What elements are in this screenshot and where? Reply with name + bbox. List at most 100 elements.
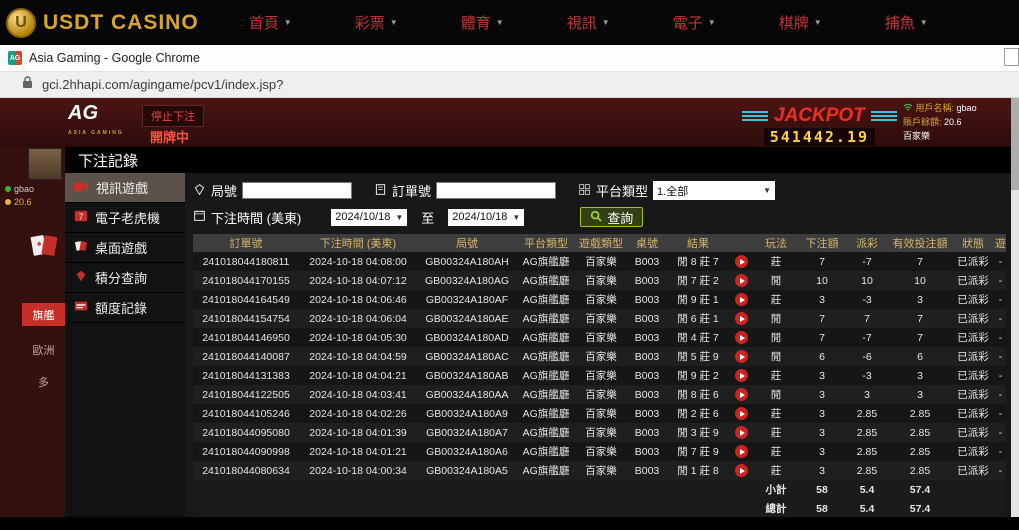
replay-play-button[interactable] bbox=[735, 293, 748, 306]
table-row[interactable]: 2410180441547542024-10-18 04:06:04GB0032… bbox=[193, 309, 1006, 328]
cell-status: 已派彩 bbox=[951, 347, 995, 366]
nav-item-2[interactable]: 彩票▼ bbox=[355, 12, 402, 33]
replay-play-button[interactable] bbox=[735, 426, 748, 439]
nav-item-3[interactable]: 體育▼ bbox=[461, 12, 508, 33]
cell-time: 2024-10-18 04:05:30 bbox=[299, 328, 417, 347]
chevron-down-icon: ▼ bbox=[395, 213, 403, 222]
nav-item-7[interactable]: 捕魚▼ bbox=[885, 12, 932, 33]
cell-result: 閒 3 莊 9 bbox=[667, 423, 729, 442]
cell-payout: 2.85 bbox=[845, 442, 889, 461]
cell-status: 已派彩 bbox=[951, 366, 995, 385]
table-row[interactable]: 2410180441469502024-10-18 04:05:30GB0032… bbox=[193, 328, 1006, 347]
cell-play-type: 閒 bbox=[753, 385, 799, 404]
menu-item-4[interactable]: 積分查詢 bbox=[65, 263, 185, 293]
table-row[interactable]: 2410180440950802024-10-18 04:01:39GB0032… bbox=[193, 423, 1006, 442]
cell-game-type: 百家樂 bbox=[575, 461, 627, 480]
nav-item-4[interactable]: 視訊▼ bbox=[567, 12, 614, 33]
cell-result: 閒 1 莊 8 bbox=[667, 461, 729, 480]
url-text[interactable]: gci.2hhapi.com/agingame/pcv1/index.jsp? bbox=[42, 77, 283, 92]
nav-item-1[interactable]: 首頁▼ bbox=[249, 12, 296, 33]
replay-play-button[interactable] bbox=[735, 407, 748, 420]
cell-table-no: B003 bbox=[627, 252, 667, 271]
menu-item-3[interactable]: 桌面遊戲 bbox=[65, 233, 185, 263]
cell-bet-amount: 3 bbox=[799, 290, 845, 309]
cell-time: 2024-10-18 04:07:12 bbox=[299, 271, 417, 290]
table-row[interactable]: 2410180441808112024-10-18 04:08:00GB0032… bbox=[193, 252, 1006, 271]
table-header-row: 訂單號下注時間 (美東)局號平台類型遊戲類型桌號結果玩法下注額派彩有效投注額狀態… bbox=[193, 234, 1006, 252]
total-bet: 58 bbox=[799, 499, 845, 517]
avatar[interactable] bbox=[28, 148, 62, 180]
lobby-tab-3[interactable]: 多 bbox=[22, 370, 65, 393]
cell-order: 241018044154754 bbox=[193, 309, 299, 328]
cell-extra: - bbox=[995, 366, 1006, 385]
chevron-down-icon: ▼ bbox=[814, 18, 822, 27]
cell-valid-bet: 3 bbox=[889, 385, 951, 404]
cell-table-no: B003 bbox=[627, 366, 667, 385]
replay-play-button[interactable] bbox=[735, 274, 748, 287]
cell-bet-amount: 3 bbox=[799, 461, 845, 480]
cell-bet-amount: 10 bbox=[799, 271, 845, 290]
search-button[interactable]: 查詢 bbox=[580, 207, 643, 227]
replay-play-button[interactable] bbox=[735, 255, 748, 268]
cell-valid-bet: 2.85 bbox=[889, 404, 951, 423]
browser-scrollbar[interactable] bbox=[1011, 98, 1019, 517]
table-row[interactable]: 2410180441645492024-10-18 04:06:46GB0032… bbox=[193, 290, 1006, 309]
username-label: 用戶名稱: bbox=[916, 103, 955, 113]
col-header-bet-amount: 下注額 bbox=[799, 234, 845, 252]
modal-menu: 視訊遊戲7電子老虎機桌面遊戲積分查詢額度記錄 bbox=[65, 173, 185, 517]
cell-valid-bet: 2.85 bbox=[889, 442, 951, 461]
table-row[interactable]: 2410180441313832024-10-18 04:04:21GB0032… bbox=[193, 366, 1006, 385]
site-topbar: U USDT CASINO 首頁▼ 彩票▼ 體育▼ 視訊▼ 電子▼ 棋牌▼ 捕魚▼ bbox=[0, 0, 1019, 45]
lobby-tab-2[interactable]: 歐洲 bbox=[22, 338, 65, 361]
table-row[interactable]: 2410180440909982024-10-18 04:01:21GB0032… bbox=[193, 442, 1006, 461]
cell-replay bbox=[729, 461, 753, 480]
replay-play-button[interactable] bbox=[735, 369, 748, 382]
round-input[interactable] bbox=[242, 182, 352, 199]
menu-item-1[interactable]: 視訊遊戲 bbox=[65, 173, 185, 203]
replay-play-button[interactable] bbox=[735, 312, 748, 325]
cell-result: 閒 4 莊 7 bbox=[667, 328, 729, 347]
nav-item-6[interactable]: 棋牌▼ bbox=[779, 12, 826, 33]
replay-play-button[interactable] bbox=[735, 331, 748, 344]
replay-play-button[interactable] bbox=[735, 388, 748, 401]
lobby-tab-1[interactable]: 旗艦 bbox=[22, 303, 65, 326]
cell-round: GB00324A180AF bbox=[417, 290, 517, 309]
cell-table-no: B003 bbox=[627, 423, 667, 442]
table-row[interactable]: 2410180441400872024-10-18 04:04:59GB0032… bbox=[193, 347, 1006, 366]
cell-bet-amount: 3 bbox=[799, 423, 845, 442]
order-input[interactable] bbox=[436, 182, 556, 199]
nav-item-5[interactable]: 電子▼ bbox=[673, 12, 720, 33]
cell-status: 已派彩 bbox=[951, 385, 995, 404]
date-to-picker[interactable]: 2024/10/18▼ bbox=[448, 209, 524, 226]
chevron-down-icon: ▼ bbox=[512, 213, 520, 222]
cell-result: 閒 8 莊 6 bbox=[667, 385, 729, 404]
browser-titlebar: AG Asia Gaming - Google Chrome bbox=[0, 45, 1019, 72]
replay-play-button[interactable] bbox=[735, 350, 748, 363]
replay-play-button[interactable] bbox=[735, 464, 748, 477]
cell-order: 241018044105246 bbox=[193, 404, 299, 423]
balance-value: 20.6 bbox=[944, 117, 962, 127]
brand-logo[interactable]: U USDT CASINO bbox=[6, 8, 199, 38]
cell-valid-bet: 10 bbox=[889, 271, 951, 290]
chevron-down-icon: ▼ bbox=[602, 18, 610, 27]
menu-item-2[interactable]: 7電子老虎機 bbox=[65, 203, 185, 233]
table-row[interactable]: 2410180441052462024-10-18 04:02:26GB0032… bbox=[193, 404, 1006, 423]
browser-urlbar[interactable]: gci.2hhapi.com/agingame/pcv1/index.jsp? bbox=[0, 72, 1019, 98]
date-from-picker[interactable]: 2024/10/18▼ bbox=[331, 209, 407, 226]
col-header-status: 狀態 bbox=[951, 234, 995, 252]
table-row[interactable]: 2410180441225052024-10-18 04:03:41GB0032… bbox=[193, 385, 1006, 404]
platform-select[interactable]: 1.全部▼ bbox=[653, 181, 775, 200]
calendar-icon bbox=[193, 209, 206, 225]
replay-play-button[interactable] bbox=[735, 445, 748, 458]
cell-valid-bet: 2.85 bbox=[889, 461, 951, 480]
cell-order: 241018044180811 bbox=[193, 252, 299, 271]
ag-logo: AG ASIA GAMING bbox=[68, 103, 124, 143]
chevron-down-icon: ▼ bbox=[708, 18, 716, 27]
scrollbar-thumb[interactable] bbox=[1011, 98, 1019, 190]
bet-records-table: 訂單號下注時間 (美東)局號平台類型遊戲類型桌號結果玩法下注額派彩有效投注額狀態… bbox=[193, 234, 1006, 517]
table-row[interactable]: 2410180440806342024-10-18 04:00:34GB0032… bbox=[193, 461, 1006, 480]
cell-status: 已派彩 bbox=[951, 252, 995, 271]
menu-item-5[interactable]: 額度記錄 bbox=[65, 293, 185, 323]
table-row[interactable]: 2410180441701552024-10-18 04:07:12GB0032… bbox=[193, 271, 1006, 290]
cell-replay bbox=[729, 385, 753, 404]
